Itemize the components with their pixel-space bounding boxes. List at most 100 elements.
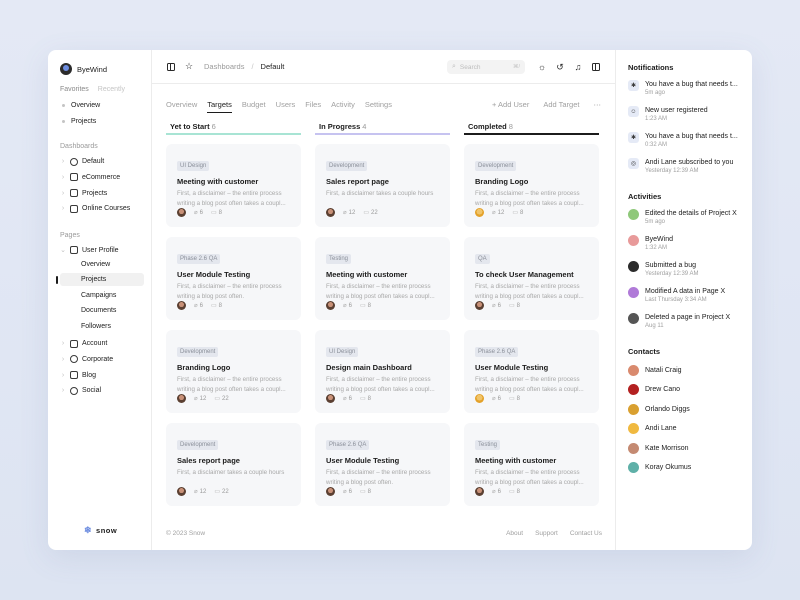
favorite-item-overview[interactable]: Overview: [60, 101, 151, 109]
sidebar-subitem-campaigns[interactable]: Campaigns: [60, 289, 144, 302]
more-icon[interactable]: ⋯: [593, 100, 601, 109]
assignee-avatar[interactable]: [177, 487, 186, 496]
column-yet-to-start: Yet to Start 6 UI Design Meeting with custo…: [166, 122, 301, 506]
assignee-avatar[interactable]: [475, 487, 484, 496]
attachment-count: ⌀ 6: [492, 302, 501, 310]
contact-item[interactable]: Koray Okumus: [628, 462, 752, 473]
comment-icon: ▭: [512, 210, 518, 216]
assignee-avatar[interactable]: [177, 301, 186, 310]
task-card[interactable]: Development Sales report page First, a dis…: [166, 423, 301, 506]
avatar: [628, 287, 639, 298]
comment-value: 8: [367, 302, 371, 309]
task-card[interactable]: Phase 2.6 QA User Module Testing First, a …: [464, 330, 599, 413]
tab-targets[interactable]: Targets: [207, 100, 232, 113]
task-card[interactable]: Development Branding Logo First, a disclai…: [166, 330, 301, 413]
add-user-button[interactable]: + Add User: [492, 100, 529, 109]
assignee-avatar[interactable]: [326, 208, 335, 217]
activity-item[interactable]: Submitted a bug Yesterday 12:39 AM: [628, 261, 752, 279]
task-card[interactable]: Testing Meeting with customer First, a dis…: [464, 423, 599, 506]
sidebar-subitem-documents[interactable]: Documents: [60, 304, 144, 317]
task-card[interactable]: QA To check User Management First, a discl…: [464, 237, 599, 320]
panel-toggle-icon[interactable]: [591, 62, 601, 72]
footer-link-contact[interactable]: Contact Us: [570, 530, 602, 537]
sidebar-item-social[interactable]: › Social: [60, 386, 151, 396]
sidebar-item-user-profile[interactable]: ⌄ User Profile: [60, 245, 151, 255]
task-card[interactable]: Development Branding Logo First, a disclai…: [464, 144, 599, 227]
footer-link-support[interactable]: Support: [535, 530, 558, 537]
comment-value: 8: [218, 209, 222, 216]
assignee-avatar[interactable]: [326, 487, 335, 496]
sidebar-subitem-projects[interactable]: Projects: [56, 273, 144, 287]
sun-icon[interactable]: ☼: [537, 62, 547, 72]
assignee-avatar[interactable]: [177, 208, 186, 217]
assignee-avatar[interactable]: [326, 301, 335, 310]
assignee-avatar[interactable]: [475, 208, 484, 217]
add-target-button[interactable]: Add Target: [543, 100, 579, 109]
sidebar-item-ecommerce[interactable]: › eCommerce: [60, 172, 151, 182]
attachment-value: 6: [348, 302, 352, 309]
activity-item[interactable]: Modified A data in Page X Last Thursday 3…: [628, 287, 752, 305]
bell-icon[interactable]: ♫: [573, 62, 583, 72]
tab-users[interactable]: Users: [276, 100, 296, 109]
comment-value: 22: [370, 209, 378, 216]
tab-files[interactable]: Files: [305, 100, 321, 109]
task-card[interactable]: Phase 2.6 QA User Module Testing First, a …: [315, 423, 450, 506]
contact-item[interactable]: Drew Cano: [628, 384, 752, 395]
attachment-value: 6: [497, 395, 501, 402]
contact-item[interactable]: Andi Lane: [628, 423, 752, 434]
task-card[interactable]: Development Sales report page First, a dis…: [315, 144, 450, 227]
star-icon[interactable]: ☆: [184, 61, 194, 72]
tab-activity[interactable]: Activity: [331, 100, 355, 109]
dashboards-section-label: Dashboards: [60, 143, 98, 150]
column-title: Completed: [468, 122, 507, 131]
attachment-value: 6: [199, 209, 203, 216]
sidebar-item-corporate[interactable]: › Corporate: [60, 354, 151, 364]
activity-text: Submitted a bug: [645, 262, 696, 269]
sidebar-item-default[interactable]: › Default: [60, 157, 151, 167]
task-card[interactable]: Phase 2.6 QA User Module Testing First, a …: [166, 237, 301, 320]
search-input[interactable]: ⌕ Search ⌘/: [447, 60, 525, 74]
task-card[interactable]: UI Design Design main Dashboard First, a d…: [315, 330, 450, 413]
sidebar-toggle-icon[interactable]: [166, 62, 176, 72]
sidebar-subitem-followers[interactable]: Followers: [60, 320, 144, 333]
sidebar-item-blog[interactable]: › Blog: [60, 370, 151, 380]
footer-link-about[interactable]: About: [506, 530, 523, 537]
favorite-item-projects[interactable]: Projects: [60, 117, 151, 125]
activity-item[interactable]: ByeWind 1:32 AM: [628, 235, 752, 253]
history-icon[interactable]: ↺: [555, 62, 565, 72]
tab-budget[interactable]: Budget: [242, 100, 266, 109]
tab-settings[interactable]: Settings: [365, 100, 392, 109]
notification-item[interactable]: ✱ You have a bug that needs t... 5m ago: [628, 80, 752, 98]
comment-count: ▭ 8: [512, 209, 523, 217]
task-footer: ⌀ 12 ▭ 22: [177, 487, 290, 496]
assignee-avatar[interactable]: [177, 394, 186, 403]
notification-item[interactable]: ✱ You have a bug that needs t... 0:32 AM: [628, 132, 752, 150]
assignee-avatar[interactable]: [475, 394, 484, 403]
sidebar-item-account[interactable]: › Account: [60, 339, 151, 349]
tab-overview[interactable]: Overview: [166, 100, 197, 109]
brand[interactable]: ByeWind: [60, 62, 151, 76]
activity-item[interactable]: Edited the details of Project X 5m ago: [628, 209, 752, 227]
notification-item[interactable]: ☺ New user registered 1:23 AM: [628, 106, 752, 124]
contact-item[interactable]: Kate Morrison: [628, 442, 752, 454]
task-card[interactable]: UI Design Meeting with customer First, a d…: [166, 144, 301, 227]
activity-item[interactable]: Deleted a page in Project X Aug 11: [628, 313, 752, 331]
paperclip-icon: ⌀: [194, 489, 198, 495]
sidebar-item-online-courses[interactable]: › Online Courses: [60, 204, 151, 214]
sidebar-item-projects[interactable]: › Projects: [60, 188, 151, 198]
tab-favorites[interactable]: Favorites: [60, 86, 89, 93]
sidebar-subitem-overview[interactable]: Overview: [60, 258, 144, 271]
task-title: User Module Testing: [326, 456, 400, 465]
task-description: First, a disclaimer – the entire process…: [475, 376, 584, 393]
notification-item[interactable]: ◎ Andi Lane subscribed to you Yesterday 12…: [628, 158, 752, 176]
task-card[interactable]: Testing Meeting with customer First, a dis…: [315, 237, 450, 320]
comment-value: 8: [516, 395, 520, 402]
breadcrumb-dashboards[interactable]: Dashboards: [204, 62, 244, 71]
task-tag: Testing: [475, 440, 501, 450]
assignee-avatar[interactable]: [326, 394, 335, 403]
tab-recently[interactable]: Recently: [98, 86, 125, 93]
contact-item[interactable]: Orlando Diggs: [628, 403, 752, 415]
contact-item[interactable]: Natali Craig: [628, 364, 752, 376]
notification-body: New user registered 1:23 AM: [645, 106, 743, 124]
assignee-avatar[interactable]: [475, 301, 484, 310]
